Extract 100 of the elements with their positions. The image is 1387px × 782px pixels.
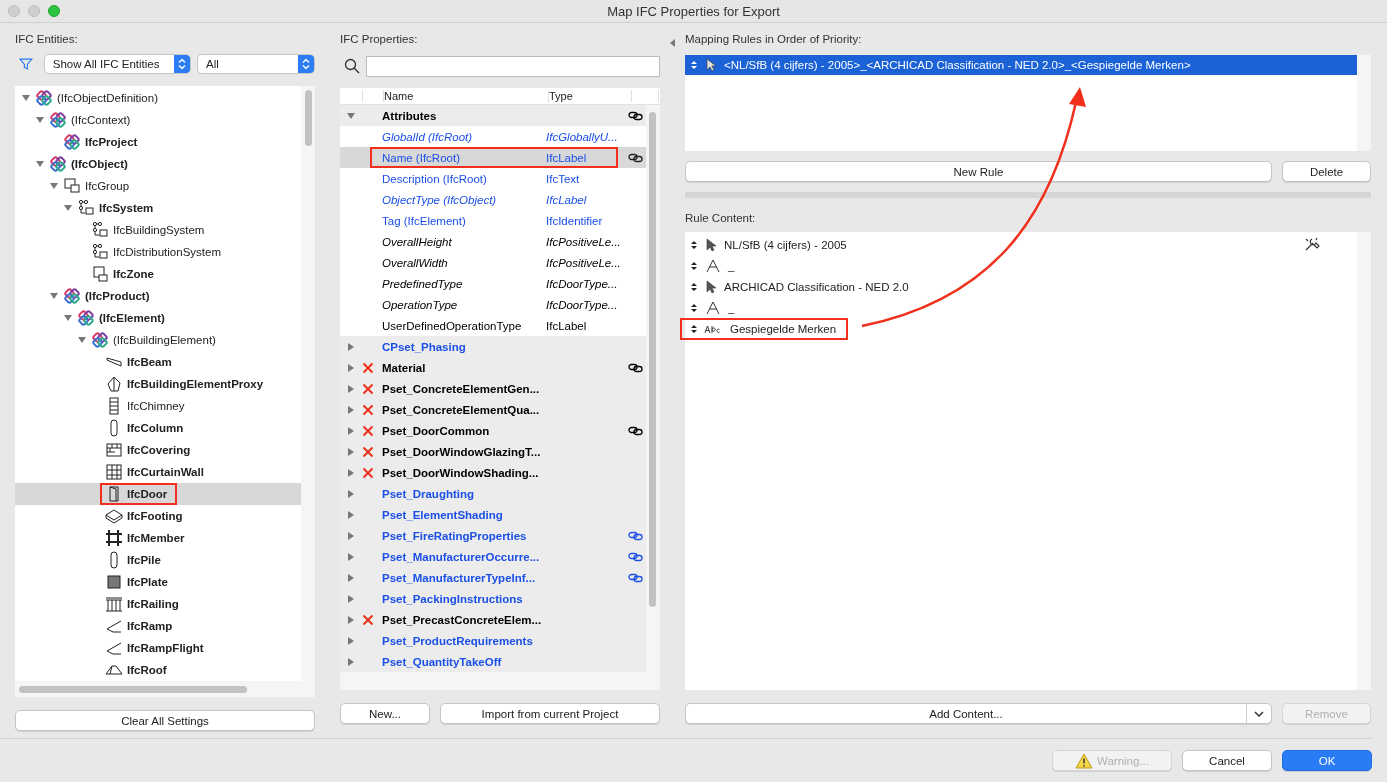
tree-row[interactable]: IfcPile [15,549,301,571]
reorder-handle-icon[interactable] [690,280,698,293]
reorder-handle-icon[interactable] [690,301,698,314]
tree-row[interactable]: IfcSystem [15,197,301,219]
panel-label: Mapping Rules in Order of Priority: [685,33,863,47]
tree-row[interactable]: IfcRamp [15,615,301,637]
ok-button[interactable]: OK [1282,750,1372,771]
property-row[interactable]: UserDefinedOperationType IfcLabel [340,315,646,336]
collapse-triangle-icon[interactable] [63,203,73,213]
add-content-dropdown[interactable]: Add Content... [685,703,1272,724]
column-header[interactable]: Name [384,90,549,102]
cancel-button[interactable]: Cancel [1182,750,1272,771]
reorder-handle-icon[interactable] [690,322,698,335]
scrollbar-thumb[interactable] [305,90,312,146]
tree-row[interactable]: (IfcContext) [15,109,301,131]
collapse-triangle-icon[interactable] [49,181,59,191]
tree-row[interactable]: IfcGroup [15,175,301,197]
tree-row[interactable]: IfcRampFlight [15,637,301,659]
property-group-name: Pset_Draughting [382,487,475,500]
expand-triangle-icon[interactable] [346,488,356,499]
new-rule-button[interactable]: New Rule [685,161,1272,182]
tree-row[interactable]: (IfcProduct) [15,285,301,307]
rule-row[interactable]: <NL/SfB (4 cijfers) - 2005>_<ARCHICAD Classification - NED 2.0>_<Gespiegelde Merken> [685,55,1357,75]
entity-filter-dropdown[interactable]: Show All IFC Entities [43,54,192,74]
tree-item-label: IfcChimney [127,400,185,412]
letter-a-icon [706,300,720,315]
tree-item-label: (IfcProduct) [85,290,150,302]
property-row[interactable]: Tag (IfcElement) IfcIdentifier [340,210,646,231]
expand-triangle-icon[interactable] [346,383,356,394]
column-header[interactable]: Type [549,90,632,102]
import-button[interactable]: Import from current Project [440,703,660,724]
expand-triangle-icon[interactable] [346,656,356,667]
tree-row[interactable]: IfcZone [15,263,301,285]
reorder-handle-icon[interactable] [690,238,698,251]
tree-item-label: (IfcContext) [71,114,131,126]
tree-row[interactable]: IfcBeam [15,351,301,373]
zoom-window-button[interactable] [48,5,60,17]
tree-row[interactable]: IfcCovering [15,439,301,461]
scrollbar-thumb[interactable] [649,112,656,607]
property-row[interactable]: Description (IfcRoot) IfcText [340,168,646,189]
scope-dropdown[interactable]: All [197,54,315,74]
tree-row[interactable]: IfcPlate [15,571,301,593]
expand-triangle-icon[interactable] [346,530,356,541]
expand-triangle-icon[interactable] [346,362,356,373]
tree-row[interactable]: IfcProject [15,131,301,153]
tree-row[interactable]: IfcRoof [15,659,301,681]
expand-triangle-icon[interactable] [346,446,356,457]
delete-button[interactable]: Delete [1282,161,1371,182]
property-row[interactable]: PredefinedType IfcDoorType... [340,273,646,294]
collapse-triangle-icon[interactable] [35,115,45,125]
tree-row[interactable]: (IfcBuildingElement) [15,329,301,351]
collapse-triangle-icon[interactable] [63,313,73,323]
panel-label: IFC Properties: [340,33,419,47]
collapse-triangle-icon[interactable] [21,93,31,103]
property-row[interactable]: OverallHeight IfcPositiveLe... [340,231,646,252]
expand-triangle-icon[interactable] [346,635,356,646]
wand-icon[interactable] [1303,236,1321,252]
expand-triangle-icon[interactable] [346,614,356,625]
tree-row[interactable]: IfcBuildingSystem [15,219,301,241]
search-field[interactable] [366,55,660,77]
clear-settings-button[interactable]: Clear All Settings [15,710,315,731]
property-row[interactable]: OverallWidth IfcPositiveLe... [340,252,646,273]
rule-content-row[interactable]: ARCHICAD Classification - NED 2.0 [685,276,1357,297]
collapse-triangle-icon[interactable] [77,335,87,345]
reorder-handle-icon[interactable] [690,259,698,272]
property-row[interactable]: ObjectType (IfcObject) IfcLabel [340,189,646,210]
rule-content-row[interactable]: NL/SfB (4 cijfers) - 2005 [685,234,1357,255]
collapse-triangle-icon[interactable] [35,159,45,169]
property-row[interactable]: GlobalId (IfcRoot) IfcGloballyU... [340,126,646,147]
tree-row[interactable]: IfcBuildingElementProxy [15,373,301,395]
expand-triangle-icon[interactable] [346,551,356,562]
tree-row[interactable]: IfcChimney [15,395,301,417]
expand-triangle-icon[interactable] [346,572,356,583]
tree-row[interactable]: IfcFooting [15,505,301,527]
tree-row[interactable]: (IfcObjectDefinition) [15,87,301,109]
collapse-triangle-icon[interactable] [346,110,356,121]
scrollbar-thumb[interactable] [19,686,247,693]
rule-content-row[interactable]: _ [685,255,1357,276]
tree-row[interactable]: (IfcObject) [15,153,301,175]
expand-triangle-icon[interactable] [346,467,356,478]
rule-content-row[interactable]: _ [685,297,1357,318]
property-row[interactable]: OperationType IfcDoorType... [340,294,646,315]
expand-triangle-icon[interactable] [346,404,356,415]
expand-triangle-icon[interactable] [346,593,356,604]
reorder-handle-icon[interactable] [690,59,698,71]
tree-row[interactable]: IfcCurtainWall [15,461,301,483]
tree-row[interactable]: IfcDistributionSystem [15,241,301,263]
expand-triangle-icon[interactable] [346,341,356,352]
tree-row[interactable]: IfcRailing [15,593,301,615]
collapse-triangle-icon[interactable] [49,291,59,301]
expand-triangle-icon[interactable] [346,425,356,436]
collapse-arrow-icon [670,39,675,47]
tree-row[interactable]: IfcColumn [15,417,301,439]
property-row[interactable]: Name (IfcRoot) IfcLabel [340,147,646,168]
tree-row[interactable]: (IfcElement) [15,307,301,329]
tree-item-label: (IfcBuildingElement) [113,334,216,346]
new-button[interactable]: New... [340,703,430,724]
tree-row[interactable]: IfcDoor [15,483,301,505]
tree-row[interactable]: IfcMember [15,527,301,549]
expand-triangle-icon[interactable] [346,509,356,520]
